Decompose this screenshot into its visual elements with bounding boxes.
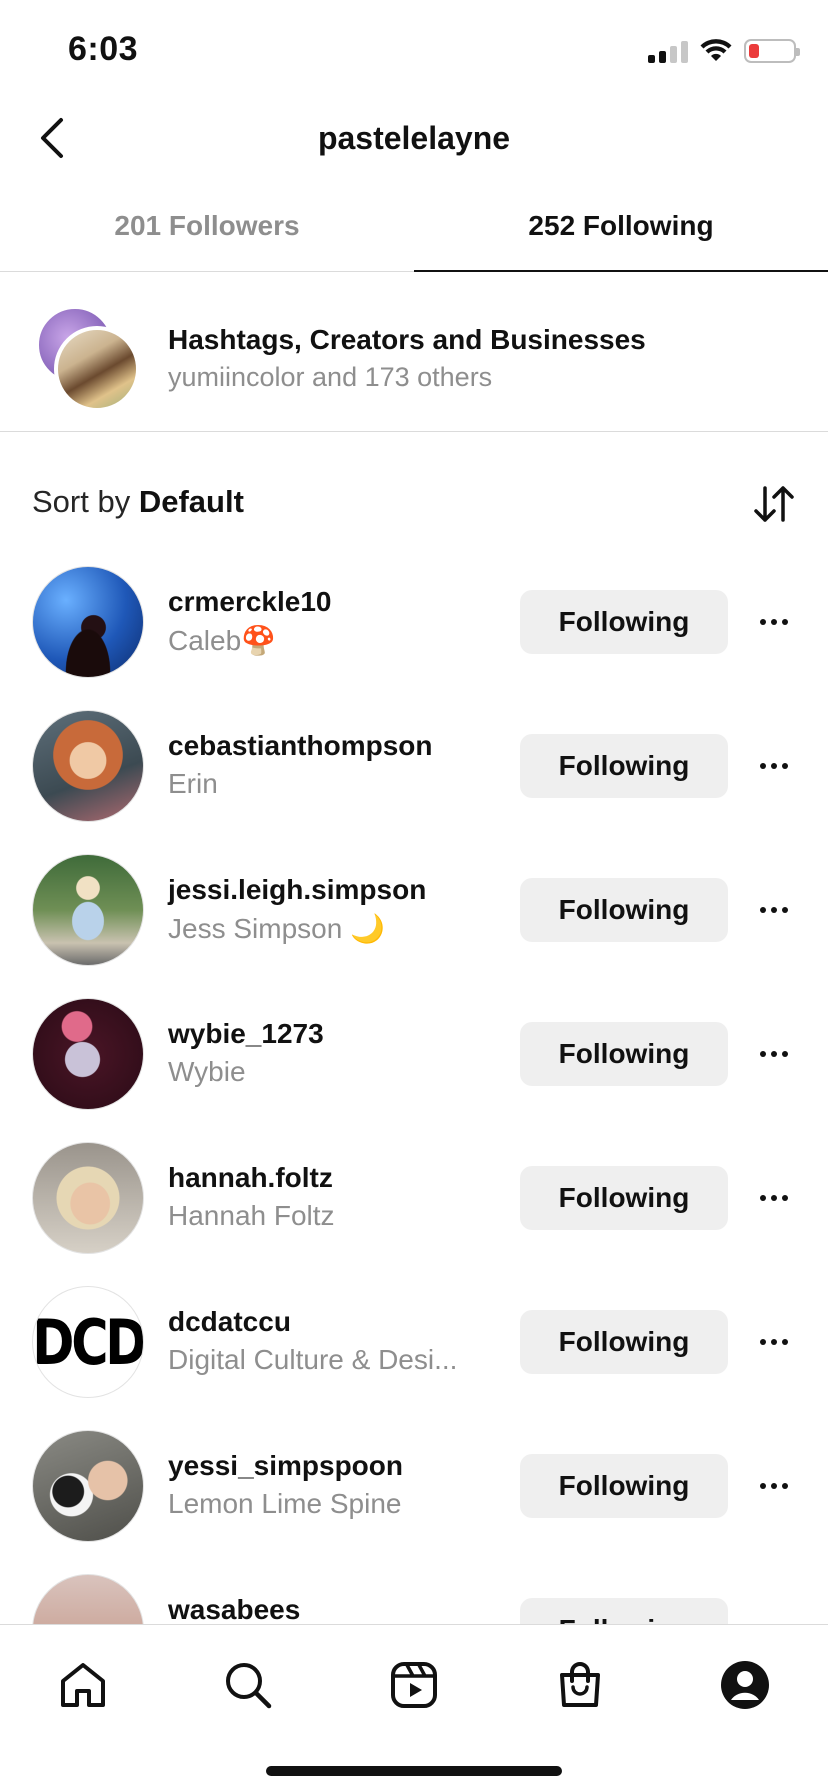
full-name: Lemon Lime Spine <box>168 1488 402 1519</box>
home-indicator <box>266 1766 562 1776</box>
battery-icon <box>744 39 800 63</box>
username[interactable]: crmerckle10 <box>168 586 331 618</box>
status-icons <box>648 34 800 68</box>
sort-prefix: Sort by <box>32 484 131 519</box>
avatar-logo-text: DCD <box>32 1305 144 1379</box>
avatar[interactable] <box>32 1142 144 1254</box>
page-title: pastelelayne <box>317 120 511 156</box>
tab-following[interactable]: 252 Following <box>414 190 828 272</box>
reels-icon <box>390 1661 437 1708</box>
following-button[interactable]: Following <box>520 734 728 798</box>
more-options-icon[interactable] <box>752 1032 796 1076</box>
more-options-icon[interactable] <box>752 744 796 788</box>
full-name: Jess Simpson 🌙 <box>168 913 385 944</box>
username[interactable]: cebastianthompson <box>168 730 432 762</box>
avatar[interactable]: DCD <box>32 1286 144 1398</box>
nav-profile[interactable] <box>705 1645 785 1725</box>
list-item[interactable]: hannah.foltz Hannah Foltz Following <box>0 1132 828 1276</box>
avatar[interactable] <box>32 710 144 822</box>
username[interactable]: wybie_1273 <box>168 1018 324 1050</box>
wifi-icon <box>700 39 732 61</box>
header: pastelelayne <box>0 100 828 180</box>
more-options-icon[interactable] <box>752 1608 796 1624</box>
avatar <box>54 326 140 412</box>
full-name: Digital Culture & Desi... <box>168 1344 458 1375</box>
sort-label[interactable]: Sort by Default <box>32 484 244 520</box>
full-name: Caleb🍄 <box>168 625 277 656</box>
nav-home[interactable] <box>43 1645 123 1725</box>
full-name: Erin <box>168 768 218 799</box>
username[interactable]: yessi_simpspoon <box>168 1450 403 1482</box>
full-name: Wybie <box>168 1056 246 1087</box>
avatar[interactable] <box>32 1574 144 1624</box>
list-item[interactable]: crmerckle10 Caleb🍄 Following <box>0 556 828 700</box>
avatar-stack <box>34 306 144 412</box>
more-options-icon[interactable] <box>752 888 796 932</box>
list-item[interactable]: cebastianthompson Erin Following <box>0 700 828 844</box>
hashtags-creators-row[interactable]: Hashtags, Creators and Businesses yumiin… <box>0 272 828 432</box>
nav-search[interactable] <box>208 1645 288 1725</box>
avatar[interactable] <box>32 1430 144 1542</box>
profile-icon <box>721 1660 770 1709</box>
more-options-icon[interactable] <box>752 600 796 644</box>
following-button[interactable]: Following <box>520 1598 728 1624</box>
sort-arrows-icon <box>754 486 794 522</box>
list-item[interactable]: DCD dcdatccu Digital Culture & Desi... F… <box>0 1276 828 1420</box>
search-icon <box>226 1662 272 1708</box>
sort-row: Sort by Default <box>0 470 828 540</box>
status-time: 6:03 <box>68 30 139 68</box>
sort-button[interactable] <box>750 480 798 528</box>
following-list: crmerckle10 Caleb🍄 Following cebastianth… <box>0 556 828 1624</box>
more-options-icon[interactable] <box>752 1176 796 1220</box>
username[interactable]: jessi.leigh.simpson <box>168 874 426 906</box>
avatar[interactable] <box>32 998 144 1110</box>
following-button[interactable]: Following <box>520 590 728 654</box>
following-button[interactable]: Following <box>520 1166 728 1230</box>
username[interactable]: hannah.foltz <box>168 1162 333 1194</box>
following-button[interactable]: Following <box>520 1310 728 1374</box>
list-item[interactable]: yessi_simpspoon Lemon Lime Spine Followi… <box>0 1420 828 1564</box>
list-item[interactable]: jessi.leigh.simpson Jess Simpson 🌙 Follo… <box>0 844 828 988</box>
hashtags-title: Hashtags, Creators and Businesses <box>168 324 646 355</box>
sort-value: Default <box>138 484 244 519</box>
username[interactable]: wasabees <box>168 1594 300 1624</box>
cellular-signal-icon <box>648 39 688 63</box>
avatar[interactable] <box>32 854 144 966</box>
home-icon <box>60 1662 105 1707</box>
more-options-icon[interactable] <box>752 1464 796 1508</box>
following-button[interactable]: Following <box>520 1022 728 1086</box>
status-bar: 6:03 <box>0 0 828 100</box>
more-options-icon[interactable] <box>752 1320 796 1364</box>
tab-followers[interactable]: 201 Followers <box>0 190 414 271</box>
avatar[interactable] <box>32 566 144 678</box>
nav-reels[interactable] <box>374 1645 454 1725</box>
follow-tabs: 201 Followers 252 Following <box>0 190 828 272</box>
username[interactable]: dcdatccu <box>168 1306 291 1338</box>
following-button[interactable]: Following <box>520 878 728 942</box>
bottom-nav <box>0 1624 828 1744</box>
nav-shop[interactable] <box>540 1645 620 1725</box>
list-item[interactable]: wasabees Following <box>0 1564 828 1624</box>
hashtags-subtitle: yumiincolor and 173 others <box>168 362 493 392</box>
shop-icon <box>559 1661 600 1707</box>
full-name: Hannah Foltz <box>168 1200 335 1231</box>
list-item[interactable]: wybie_1273 Wybie Following <box>0 988 828 1132</box>
following-button[interactable]: Following <box>520 1454 728 1518</box>
